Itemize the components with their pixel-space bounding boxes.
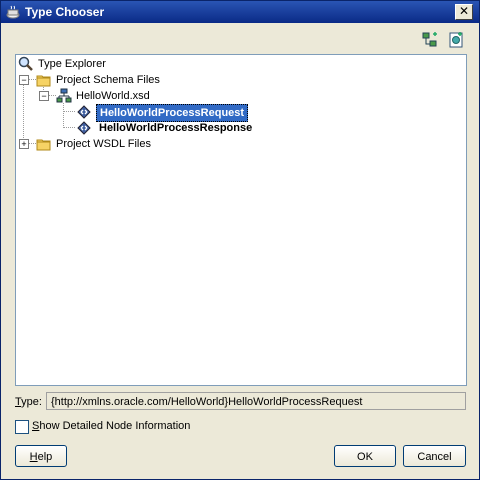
window-title: Type Chooser bbox=[25, 5, 105, 19]
expand-icon[interactable]: + bbox=[19, 139, 29, 149]
schema-icon bbox=[56, 88, 72, 103]
type-explorer-tree[interactable]: Type Explorer − Project Schema Files − H… bbox=[15, 54, 467, 386]
show-detailed-node-label[interactable]: Show Detailed Node Information bbox=[32, 420, 190, 432]
element-icon bbox=[77, 105, 91, 119]
tree-root-label: Type Explorer bbox=[38, 58, 106, 70]
tree-item-label: Project WSDL Files bbox=[56, 138, 151, 150]
close-icon: ✕ bbox=[458, 4, 470, 18]
folder-icon bbox=[36, 139, 51, 151]
type-label: Type: bbox=[15, 396, 42, 408]
show-detailed-node-checkbox[interactable] bbox=[15, 420, 29, 434]
help-button[interactable]: Help bbox=[15, 445, 67, 467]
title-bar[interactable]: Type Chooser ✕ bbox=[1, 1, 479, 23]
type-field[interactable]: {http://xmlns.oracle.com/HelloWorld}Hell… bbox=[46, 392, 466, 410]
tree-item-label: HelloWorldProcessResponse bbox=[99, 122, 253, 134]
type-chooser-dialog: Type Chooser ✕ Type Explorer − Project S… bbox=[0, 0, 480, 480]
collapse-icon[interactable]: − bbox=[19, 75, 29, 85]
coffee-cup-icon bbox=[5, 4, 21, 20]
collapse-icon[interactable]: − bbox=[39, 91, 49, 101]
tree-view-icon[interactable] bbox=[421, 31, 439, 49]
close-button[interactable]: ✕ bbox=[455, 4, 473, 20]
new-schema-icon[interactable] bbox=[447, 31, 465, 49]
ok-button[interactable]: OK bbox=[334, 445, 396, 467]
tree-item-label: HelloWorld.xsd bbox=[76, 90, 150, 102]
folder-icon bbox=[36, 75, 51, 87]
cancel-button[interactable]: Cancel bbox=[403, 445, 466, 467]
tree-item-label: Project Schema Files bbox=[56, 74, 160, 86]
search-icon bbox=[18, 56, 33, 71]
element-icon bbox=[77, 121, 91, 135]
